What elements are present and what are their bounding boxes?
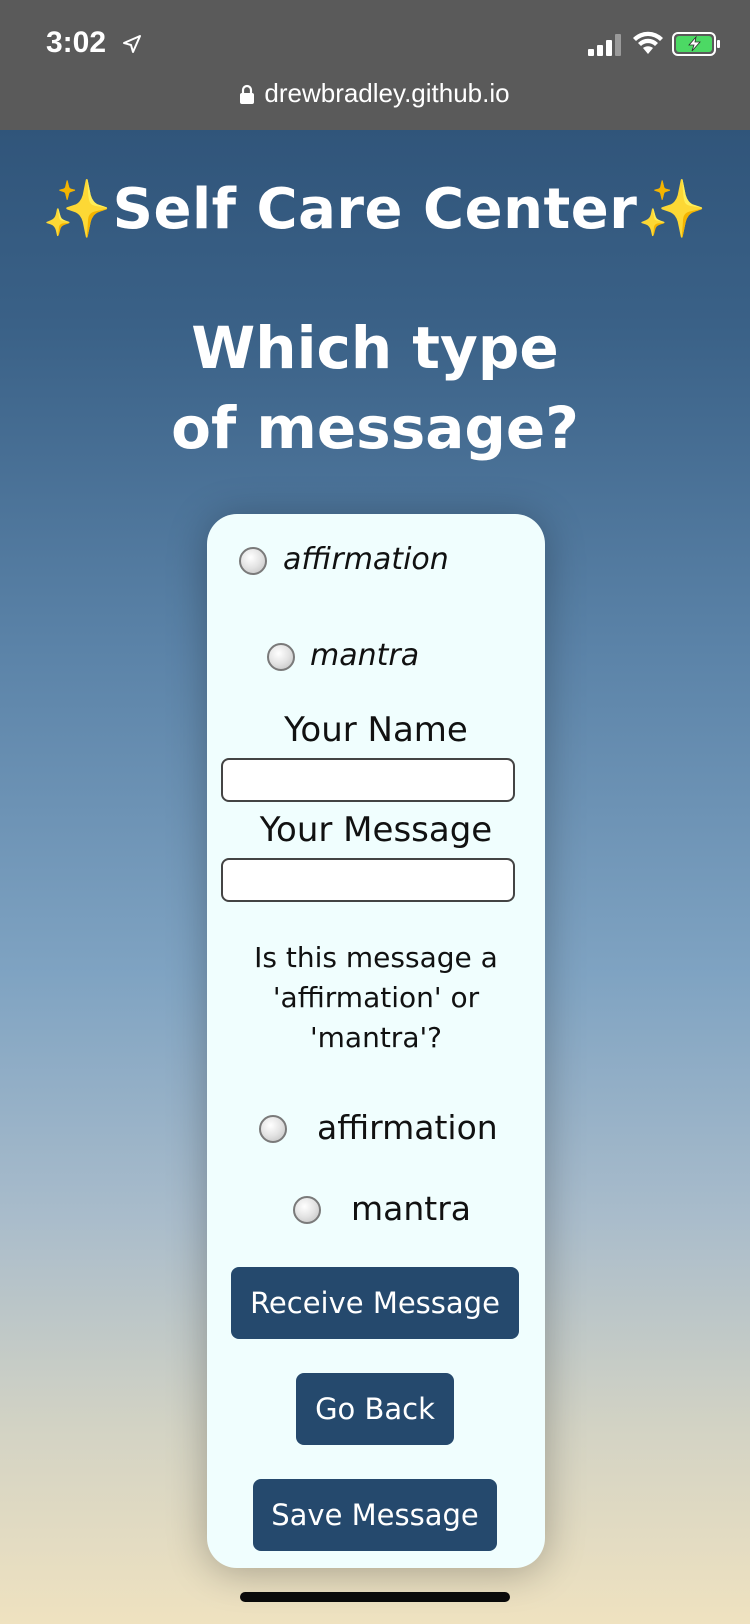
go-back-button[interactable]: Go Back: [296, 1373, 454, 1445]
sparkles-icon: ✨: [42, 177, 113, 242]
affirmation-choice-label[interactable]: affirmation: [283, 542, 449, 577]
wifi-icon: [633, 31, 663, 54]
location-arrow-icon: [123, 35, 141, 53]
lock-icon: [240, 84, 255, 104]
mantra-choice-label[interactable]: mantra: [310, 638, 419, 673]
home-indicator[interactable]: [240, 1592, 510, 1602]
mantra-choice-radio[interactable]: [267, 643, 295, 671]
save-message-button[interactable]: Save Message: [253, 1479, 497, 1551]
message-label: Your Message: [259, 810, 493, 850]
message-type-question: Which type of message?: [171, 314, 579, 462]
name-label: Your Name: [284, 710, 468, 750]
status-time: 3:02: [46, 26, 107, 59]
status-bar: 3:02 drewbradley.github.io: [0, 0, 750, 130]
address-bar[interactable]: drewbradley.github.io: [0, 78, 750, 109]
url-text: drewbradley.github.io: [264, 78, 510, 108]
cellular-signal-icon: [588, 34, 621, 56]
affirmation-type-radio[interactable]: [259, 1115, 287, 1143]
app-title: ✨Self Care Center✨: [0, 176, 750, 242]
mantra-type-radio[interactable]: [293, 1196, 321, 1224]
name-input[interactable]: [221, 758, 515, 802]
message-input[interactable]: [221, 858, 515, 902]
sparkles-icon: ✨: [637, 177, 708, 242]
affirmation-type-label[interactable]: affirmation: [317, 1108, 498, 1147]
battery-charging-icon: [672, 32, 720, 56]
affirmation-choice-radio[interactable]: [239, 547, 267, 575]
mantra-type-label[interactable]: mantra: [351, 1189, 471, 1228]
receive-message-button[interactable]: Receive Message: [231, 1267, 519, 1339]
app-title-text: Self Care Center: [112, 177, 638, 242]
message-type-prompt: Is this message a 'affirmation' or 'mant…: [254, 941, 498, 1054]
message-form-card: affirmation mantra Your Name Your Messag…: [207, 514, 545, 1568]
